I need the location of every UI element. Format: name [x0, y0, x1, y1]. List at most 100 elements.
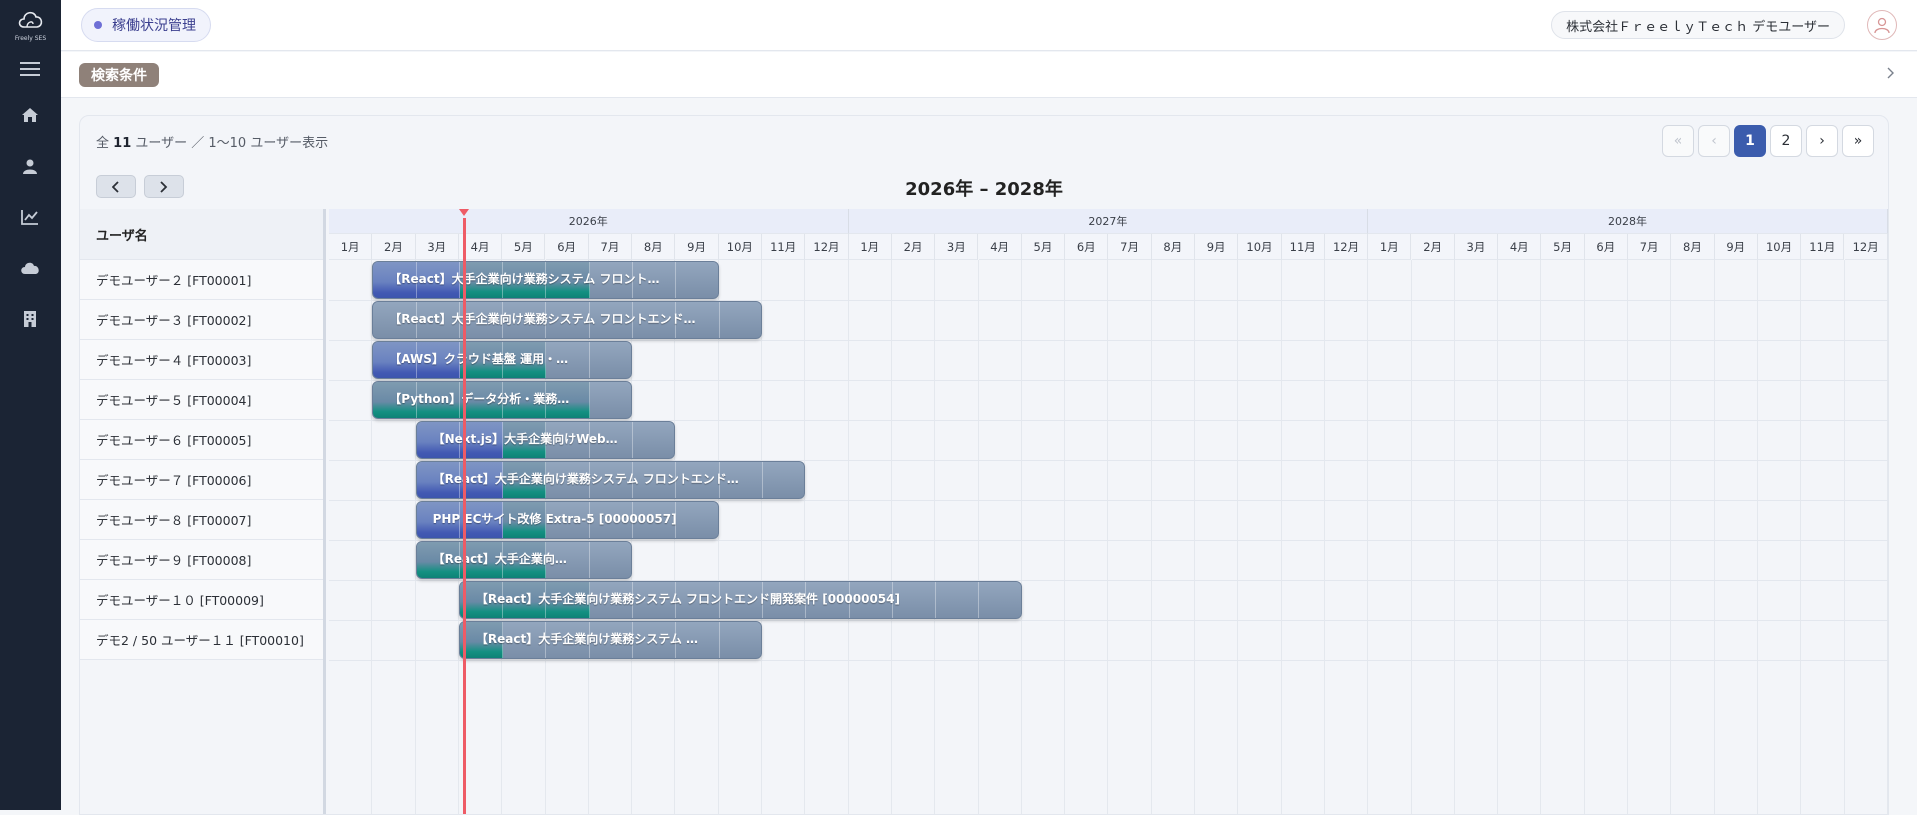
user-name-header: ユーザ名	[80, 209, 323, 260]
year-header: 2028年	[1368, 209, 1888, 234]
bar-month-segment	[589, 342, 632, 378]
user-name-row[interactable]: デモユーザー４ [FT00003]	[80, 340, 323, 380]
month-header: 1月	[848, 234, 892, 260]
grid-line	[1670, 260, 1672, 814]
assignment-bar-label: 【Python】データ分析・業務…	[389, 392, 570, 406]
search-conditions-bar[interactable]: 検索条件	[61, 52, 1917, 98]
month-header: 1月	[1368, 234, 1412, 260]
assignment-bar-label: PHP ECサイト改修 Extra-5 [00000057]	[432, 512, 677, 526]
grid-line	[1713, 260, 1715, 814]
assignment-bar-label: 【React】大手企業向…	[432, 552, 567, 566]
bar-month-segment	[979, 582, 1021, 618]
month-header: 6月	[1584, 234, 1628, 260]
home-icon[interactable]	[18, 103, 42, 127]
grid-line	[1194, 260, 1195, 814]
assignment-bar[interactable]: 【React】大手企業向け業務システム フロントエンド開発案件 [0000005…	[458, 581, 1022, 619]
month-header: 10月	[1238, 234, 1282, 260]
assignment-bar[interactable]: PHP ECサイト改修 Extra-5 [00000057]	[415, 501, 719, 539]
assignment-bar-label: 【AWS】クラウド基盤 運用・…	[389, 352, 569, 366]
grid-line	[977, 260, 979, 814]
assignment-bar-label: 【Next.js】大手企業向けWeb…	[432, 432, 618, 446]
page-prev-button[interactable]: ‹	[1698, 125, 1730, 157]
user-name-row[interactable]: デモユーザー３ [FT00002]	[80, 300, 323, 340]
assignment-bar-label: 【React】大手企業向け業務システム …	[475, 632, 699, 646]
grid-line	[1627, 260, 1628, 814]
month-header: 5月	[502, 234, 546, 260]
grid-line	[1756, 260, 1758, 814]
grid-line	[804, 260, 806, 814]
app-logo[interactable]: Freely SES	[0, 8, 61, 42]
assignment-bar[interactable]: 【Next.js】大手企業向けWeb…	[415, 421, 676, 459]
month-header: 6月	[545, 234, 589, 260]
assignment-bar-label: 【React】大手企業向け業務システム フロントエンド…	[389, 312, 696, 326]
avatar[interactable]	[1867, 10, 1897, 40]
search-conditions-label[interactable]: 検索条件	[79, 63, 159, 87]
user-menu[interactable]: 株式会社ＦｒｅｅｌｙＴｅｃｈ デモユーザー	[1551, 11, 1845, 39]
month-header: 4月	[1498, 234, 1542, 260]
page-1-button[interactable]: 1	[1734, 125, 1766, 157]
month-header: 11月	[1801, 234, 1845, 260]
page-title-chip[interactable]: 稼働状況管理	[81, 8, 211, 42]
page-2-button[interactable]: 2	[1770, 125, 1802, 157]
grid-line	[1540, 260, 1542, 814]
month-header: 11月	[762, 234, 806, 260]
grid-line	[847, 260, 849, 814]
chevron-right-icon[interactable]	[1887, 67, 1895, 83]
chevron-left-icon	[112, 180, 119, 193]
page-last-button[interactable]: »	[1842, 125, 1874, 157]
assignment-bar[interactable]: 【React】大手企業向け業務システム フロントエンド…	[415, 461, 806, 499]
user-name-row[interactable]: デモ2 / 50 ユーザー１１ [FT00010]	[80, 620, 323, 660]
grid-line	[1064, 260, 1066, 814]
grid-line	[1410, 260, 1412, 814]
grid-line	[1497, 260, 1499, 814]
bar-month-segment	[633, 422, 675, 458]
building-icon[interactable]	[18, 307, 42, 331]
user-name-row[interactable]: デモユーザー９ [FT00008]	[80, 540, 323, 580]
cloud-logo-icon	[18, 11, 42, 28]
month-header: 10月	[718, 234, 762, 260]
month-header: 2月	[1411, 234, 1455, 260]
chevron-right-icon	[160, 180, 168, 193]
timeline: 2026年 1月 2月 3月 4月 5月 6月 7月 8月 9月 10月 11月 12月 2027年 1月 2…	[329, 209, 1888, 814]
user-name-row[interactable]: デモユーザー６ [FT00005]	[80, 420, 323, 460]
page-next-button[interactable]: ›	[1806, 125, 1838, 157]
assignment-bar[interactable]: 【Python】データ分析・業務…	[372, 381, 633, 419]
user-name-row[interactable]: デモユーザー１０ [FT00009]	[80, 580, 323, 620]
assignment-bar[interactable]: 【AWS】クラウド基盤 運用・…	[372, 341, 633, 379]
grid-line	[1150, 260, 1152, 814]
user-name-row[interactable]: デモユーザー７ [FT00006]	[80, 460, 323, 500]
cloud-icon[interactable]	[18, 256, 42, 280]
assignment-bar[interactable]: 【React】大手企業向け業務システム フロント…	[372, 261, 719, 299]
bar-month-segment	[936, 582, 980, 618]
grid-line	[761, 260, 762, 814]
user-label: 株式会社ＦｒｅｅｌｙＴｅｃｈ デモユーザー	[1566, 19, 1830, 35]
month-header: 5月	[1541, 234, 1585, 260]
chart-icon[interactable]	[18, 205, 42, 229]
month-header: 8月	[632, 234, 676, 260]
bar-month-segment	[762, 462, 805, 498]
page-title: 稼働状況管理	[112, 18, 196, 34]
grid-line	[934, 260, 936, 814]
pagination: « ‹ 1 2 › »	[1662, 125, 1874, 157]
assignment-bar[interactable]: 【React】大手企業向け業務システム …	[458, 621, 762, 659]
month-header: 9月	[1714, 234, 1758, 260]
today-marker-icon	[459, 209, 470, 216]
page-first-button[interactable]: «	[1662, 125, 1694, 157]
user-name-row[interactable]: デモユーザー８ [FT00007]	[80, 500, 323, 540]
prev-range-button[interactable]	[96, 175, 136, 198]
assignment-bar[interactable]: 【React】大手企業向け業務システム フロントエンド…	[372, 301, 762, 339]
grid-line	[1323, 260, 1325, 814]
month-header: 3月	[415, 234, 459, 260]
grid-line	[1020, 260, 1022, 814]
month-header: 11月	[1281, 234, 1325, 260]
user-name-row[interactable]: デモユーザー５ [FT00004]	[80, 380, 323, 420]
grid-line	[1453, 260, 1455, 814]
user-name-row[interactable]: デモユーザー２ [FT00001]	[80, 260, 323, 300]
next-range-button[interactable]	[144, 175, 184, 198]
top-header: 稼働状況管理 株式会社ＦｒｅｅｌｙＴｅｃｈ デモユーザー	[61, 0, 1917, 51]
user-name-column: ユーザ名 デモユーザー２ [FT00001] デモユーザー３ [FT00002] デ…	[80, 209, 326, 814]
grid-line	[717, 260, 719, 814]
assignment-bar[interactable]: 【React】大手企業向…	[415, 541, 633, 579]
menu-icon[interactable]	[18, 57, 42, 81]
person-icon[interactable]	[18, 154, 42, 178]
